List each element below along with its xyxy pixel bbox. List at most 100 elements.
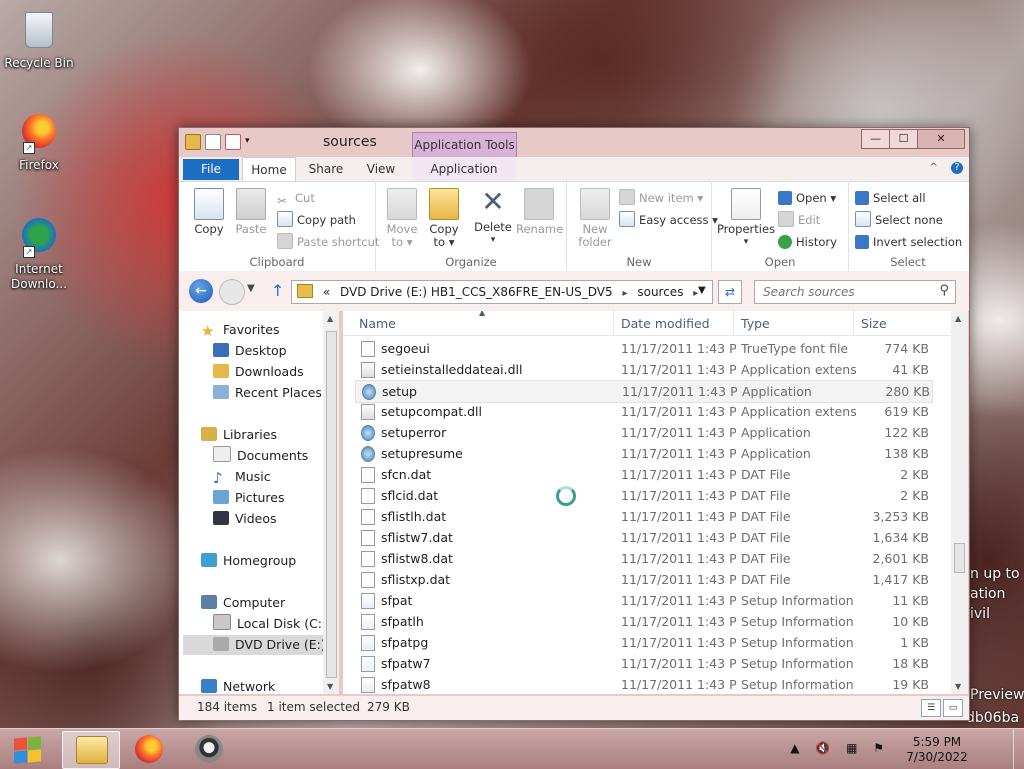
search-box[interactable]: ⚲ [754,280,956,304]
select-none-button[interactable]: Select none [855,210,943,230]
tab-share[interactable]: Share [301,157,351,181]
new-folder-button[interactable]: New folder [575,188,615,249]
details-view-icon[interactable]: ☰ [921,699,941,717]
tab-home[interactable]: Home [242,157,296,182]
copy-path-button[interactable]: Copy path [277,210,356,230]
file-row[interactable]: sfpatw8 11/17/2011 1:43 PM Setup Informati… [355,674,931,694]
address-dropdown[interactable]: ▼ [698,280,712,302]
tab-file[interactable]: File [183,159,239,180]
file-row[interactable]: setieinstalleddateai.dll 11/17/2011 1:43 … [355,359,931,380]
minimize-button[interactable]: — [861,129,890,149]
nav-recent-places[interactable]: Recent Places [213,383,322,403]
address-bar[interactable]: « DVD Drive (E:) HB1_CCS_X86FRE_EN-US_DV… [291,280,713,304]
recent-locations-dropdown[interactable]: ▼ [247,283,255,294]
show-hidden-icons[interactable]: ▲ [790,741,805,755]
show-desktop-button[interactable] [1013,729,1024,769]
tab-view[interactable]: View [359,157,403,181]
file-list-scroll-thumb[interactable] [954,543,965,573]
column-size[interactable]: Size [861,316,887,331]
nav-videos[interactable]: Videos [213,509,277,529]
desktop-icon-internet-download-manager[interactable]: ↗ Internet Downlo... [1,216,77,292]
tab-application[interactable]: Application [413,157,515,181]
help-icon[interactable]: ? [951,162,963,174]
select-all-button[interactable]: Select all [855,188,926,208]
scroll-down-arrow-icon[interactable]: ▼ [955,682,961,691]
column-date-modified[interactable]: Date modified [621,316,710,331]
scroll-down-arrow-icon[interactable]: ▼ [327,682,333,691]
file-list-scrollbar[interactable]: ▲ ▼ [951,311,968,694]
scroll-up-arrow-icon[interactable]: ▲ [327,314,333,323]
nav-homegroup[interactable]: Homegroup [201,551,296,571]
large-icons-view-icon[interactable]: ▭ [943,699,963,717]
copy-button[interactable]: Copy [189,188,229,236]
close-button[interactable]: ✕ [917,129,965,149]
file-row[interactable]: setuperror 11/17/2011 1:43 PM Application 1… [355,422,931,443]
nav-libraries[interactable]: Libraries [201,425,277,445]
nav-favorites[interactable]: ★ Favorites [201,320,279,340]
nav-network[interactable]: Network [201,677,275,694]
file-row[interactable]: sfpatlh 11/17/2011 1:43 PM Setup Informati… [355,611,931,632]
nav-desktop[interactable]: Desktop [213,341,287,361]
back-button[interactable]: ← [189,279,213,303]
scroll-up-arrow-icon[interactable]: ▲ [955,314,961,323]
search-input[interactable] [761,281,933,303]
action-center-flag-icon[interactable]: ⚑ [873,741,890,755]
delete-dropdown[interactable]: ▾ [473,234,513,247]
delete-button[interactable]: ✕ Delete ▾ [473,188,513,247]
file-row[interactable]: sflistlh.dat 11/17/2011 1:43 PM DAT File 3,… [355,506,931,527]
new-item-button[interactable]: New item ▾ [619,188,703,208]
edit-button[interactable]: Edit [778,210,820,230]
cut-button[interactable]: ✂ Cut [277,188,315,208]
invert-selection-button[interactable]: Invert selection [855,232,962,252]
file-row[interactable]: sflcid.dat 11/17/2011 1:43 PM DAT File 2 KB [355,485,931,506]
desktop-icon-recycle-bin[interactable]: Recycle Bin [1,8,77,71]
file-row[interactable]: setup 11/17/2011 1:43 PM Application 280 KB [355,380,933,403]
paste-button[interactable]: Paste [231,188,271,236]
nav-local-disk[interactable]: Local Disk (C:) [213,614,327,634]
column-name[interactable]: Name [359,316,396,331]
breadcrumb-separator[interactable]: ▸ [622,288,627,299]
nav-computer[interactable]: Computer [201,593,285,613]
nav-dvd-drive[interactable]: DVD Drive (E:) HB [183,635,339,655]
file-row[interactable]: sfpatpg 11/17/2011 1:43 PM Setup Informati… [355,632,931,653]
nav-pane-scroll-thumb[interactable] [326,331,337,678]
breadcrumb-sources[interactable]: sources [637,285,683,299]
nav-pictures[interactable]: Pictures [213,488,285,508]
properties-quick-icon[interactable] [205,134,221,150]
refresh-button[interactable]: ⇄ [718,280,742,304]
open-button[interactable]: Open ▾ [778,188,836,208]
title-bar[interactable]: ▾ sources Application Tools — ☐ ✕ [179,128,969,158]
collapse-ribbon-icon[interactable]: ^ [929,162,937,173]
start-button[interactable] [6,733,46,765]
paste-shortcut-button[interactable]: Paste shortcut [277,232,379,252]
properties-button[interactable]: Properties ▾ [716,188,776,249]
taskbar-file-explorer[interactable] [62,731,120,769]
clock[interactable]: 5:59 PM 7/30/2022 [902,735,972,765]
speaker-muted-icon[interactable]: 🔇 [815,741,836,755]
file-row[interactable]: sfpatw7 11/17/2011 1:43 PM Setup Informati… [355,653,931,674]
maximize-button[interactable]: ☐ [889,129,918,149]
move-to-button[interactable]: Move to ▾ [382,188,422,249]
history-button[interactable]: History [778,232,837,252]
file-row[interactable]: sflistxp.dat 11/17/2011 1:43 PM DAT File 1,… [355,569,931,590]
new-folder-quick-icon[interactable] [225,134,241,150]
file-row[interactable]: segoeui 11/17/2011 1:43 PM TrueType font f… [355,338,931,359]
file-row[interactable]: sflistw8.dat 11/17/2011 1:43 PM DAT File 2,… [355,548,931,569]
taskbar-firefox[interactable] [122,731,178,767]
nav-music[interactable]: ♪ Music [213,467,271,487]
desktop-icon-firefox[interactable]: ↗ Firefox [1,112,77,173]
column-type[interactable]: Type [741,316,770,331]
address-overflow[interactable]: « [323,285,330,299]
forward-button[interactable] [219,279,245,305]
nav-downloads[interactable]: Downloads [213,362,304,382]
up-arrow-icon[interactable]: ↑ [271,281,284,300]
file-row[interactable]: setupresume 11/17/2011 1:43 PM Application… [355,443,931,464]
file-row[interactable]: sflistw7.dat 11/17/2011 1:43 PM DAT File 1,… [355,527,931,548]
network-icon[interactable]: ▦ [846,741,863,755]
quick-access-dropdown[interactable]: ▾ [245,134,253,148]
rename-button[interactable]: Rename [516,188,563,236]
easy-access-button[interactable]: Easy access ▾ [619,210,718,230]
taskbar-raccoon-app[interactable] [182,731,238,767]
file-row[interactable]: sfcn.dat 11/17/2011 1:43 PM DAT File 2 KB [355,464,931,485]
properties-dropdown[interactable]: ▾ [716,236,776,249]
